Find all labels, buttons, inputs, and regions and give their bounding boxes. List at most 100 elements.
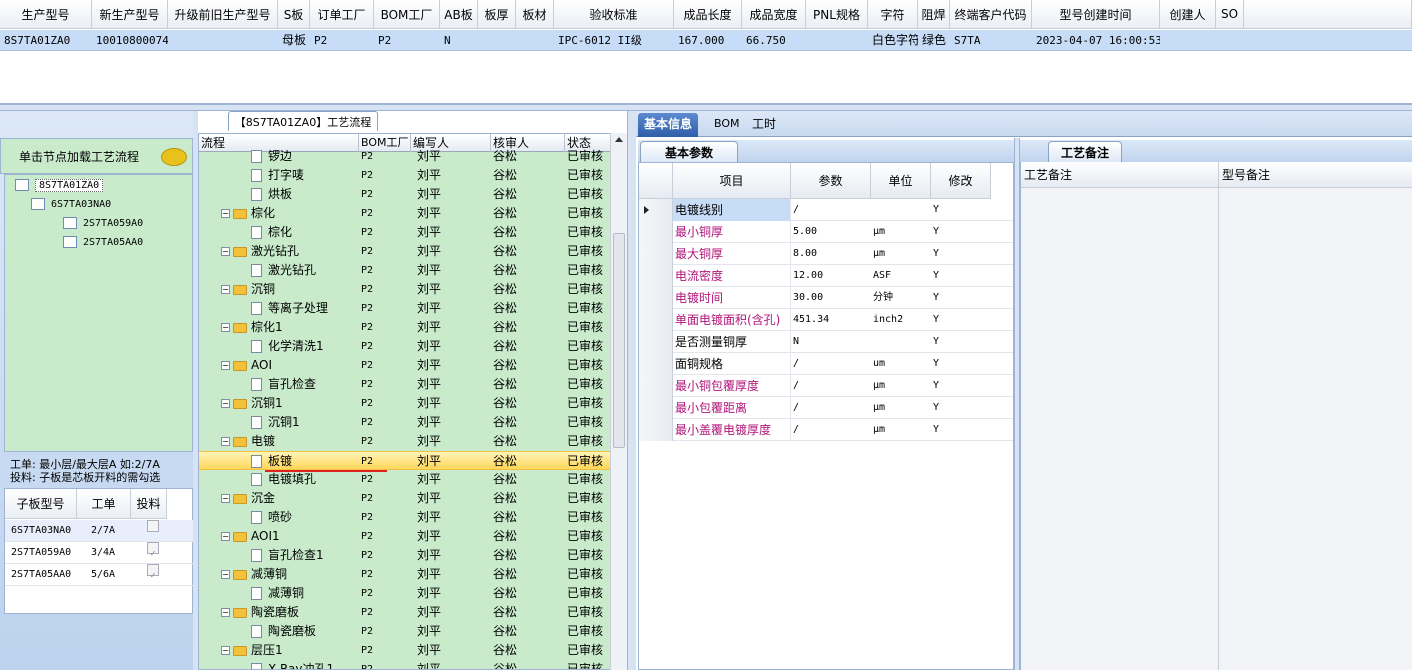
param-value-cell[interactable]: 12.00 — [793, 265, 823, 287]
col-header[interactable]: 板材 — [516, 0, 554, 29]
feed-checkbox[interactable] — [147, 520, 159, 532]
process-row[interactable]: X-Ray冲孔1 P2 刘平 谷松 已审核 — [199, 660, 611, 669]
collapse-icon[interactable]: − — [221, 437, 230, 446]
sub-board-row[interactable]: 2S7TA059A0 3/4A ✓ — [5, 542, 194, 564]
param-value-cell[interactable]: N — [793, 331, 799, 353]
grid-cell[interactable] — [810, 30, 868, 51]
col-header[interactable]: 阻焊 — [918, 0, 950, 29]
grid-cell[interactable]: S7TA — [954, 30, 1032, 51]
col-order[interactable]: 工单 — [77, 489, 131, 519]
col-header[interactable]: 成品长度 — [674, 0, 742, 29]
process-row[interactable]: 电镀填孔 P2 刘平 谷松 已审核 — [199, 470, 611, 489]
grid-cell[interactable]: 8S7TA01ZA0 — [4, 30, 92, 51]
grid-cell[interactable]: N — [444, 30, 478, 51]
process-row[interactable]: − 沉铜1 P2 刘平 谷松 已审核 — [199, 394, 611, 413]
col-item[interactable]: 项目 — [673, 163, 791, 199]
param-value-cell[interactable]: 451.34 — [793, 309, 829, 331]
col-process-note[interactable]: 工艺备注 — [1021, 162, 1219, 188]
process-row[interactable]: − AOI P2 刘平 谷松 已审核 — [199, 356, 611, 375]
grid-cell[interactable]: 母板 — [282, 30, 310, 51]
grid-cell[interactable]: 2023-04-07 16:00:53 — [1036, 30, 1160, 51]
col-header[interactable]: 新生产型号 — [92, 0, 168, 29]
col-header[interactable]: 订单工厂 — [310, 0, 374, 29]
col-header[interactable]: BOM工厂 — [374, 0, 440, 29]
col-header[interactable]: 升级前旧生产型号 — [168, 0, 278, 29]
process-note-textarea[interactable] — [1021, 188, 1219, 670]
vertical-splitter-left[interactable] — [193, 111, 198, 670]
tab-basic-info[interactable]: 基本信息 — [638, 113, 699, 137]
grid-cell[interactable] — [1164, 30, 1216, 51]
grid-cell[interactable] — [520, 30, 554, 51]
tab-bom[interactable]: BOM — [708, 113, 746, 137]
process-row[interactable]: − 激光钻孔 P2 刘平 谷松 已审核 — [199, 242, 611, 261]
param-value-cell[interactable]: / — [793, 397, 799, 419]
col-header[interactable]: PNL规格 — [806, 0, 868, 29]
process-row[interactable]: 棕化 P2 刘平 谷松 已审核 — [199, 223, 611, 242]
process-row[interactable]: − 减薄铜 P2 刘平 谷松 已审核 — [199, 565, 611, 584]
col-header[interactable]: 终端客户代码 — [950, 0, 1032, 29]
param-row[interactable]: 电镀时间 30.00 分钟 Y — [639, 287, 1013, 309]
collapse-icon[interactable]: − — [221, 323, 230, 332]
scroll-thumb[interactable] — [613, 233, 625, 448]
col-header[interactable]: 验收标准 — [554, 0, 674, 29]
param-value-cell[interactable]: / — [793, 353, 799, 375]
col-header[interactable]: 型号创建时间 — [1032, 0, 1160, 29]
param-row[interactable]: 电流密度 12.00 ASF Y — [639, 265, 1013, 287]
process-row[interactable]: 激光钻孔 P2 刘平 谷松 已审核 — [199, 261, 611, 280]
col-header[interactable]: 板厚 — [478, 0, 516, 29]
process-row[interactable]: − 电镀 P2 刘平 谷松 已审核 — [199, 432, 611, 451]
collapse-icon[interactable]: − — [221, 494, 230, 503]
process-row[interactable]: 锣边 P2 刘平 谷松 已审核 — [199, 147, 611, 166]
sub-board-row[interactable]: 2S7TA05AA0 5/6A ✓ — [5, 564, 194, 586]
scroll-up-arrow-icon[interactable] — [615, 137, 623, 142]
vertical-splitter[interactable] — [627, 111, 636, 670]
feed-checkbox[interactable]: ✓ — [147, 564, 159, 581]
grid-cell[interactable]: 66.750 — [746, 30, 806, 51]
tree-node-child[interactable]: 6S7TA03NA0 — [31, 196, 111, 214]
tree-node-leaf[interactable]: 2S7TA05AA0 — [63, 234, 143, 252]
process-row[interactable]: 陶瓷磨板 P2 刘平 谷松 已审核 — [199, 622, 611, 641]
col-feed[interactable]: 投料 — [131, 489, 167, 519]
collapse-icon[interactable]: − — [221, 285, 230, 294]
grid-cell[interactable] — [172, 30, 278, 51]
grid-cell[interactable] — [482, 30, 516, 51]
horizontal-splitter[interactable] — [0, 104, 1412, 111]
param-value-cell[interactable]: 30.00 — [793, 287, 823, 309]
col-header[interactable]: 成品宽度 — [742, 0, 806, 29]
grid-cell[interactable]: P2 — [314, 30, 374, 51]
col-sub-model[interactable]: 子板型号 — [5, 489, 77, 519]
param-row[interactable]: 最大铜厚 8.00 μm Y — [639, 243, 1013, 265]
param-value-cell[interactable]: 5.00 — [793, 221, 817, 243]
collapse-icon[interactable]: − — [221, 608, 230, 617]
process-row[interactable]: 化学清洗1 P2 刘平 谷松 已审核 — [199, 337, 611, 356]
process-row[interactable]: 等离子处理 P2 刘平 谷松 已审核 — [199, 299, 611, 318]
process-row[interactable]: 盲孔检查 P2 刘平 谷松 已审核 — [199, 375, 611, 394]
param-row[interactable]: 最小盖覆电镀厚度 / μm Y — [639, 419, 1013, 441]
grid-cell[interactable]: P2 — [378, 30, 440, 51]
tree-node-root[interactable]: 8S7TA01ZA0 — [15, 177, 104, 195]
process-row[interactable]: − 陶瓷磨板 P2 刘平 谷松 已审核 — [199, 603, 611, 622]
col-header[interactable]: 生产型号 — [0, 0, 92, 29]
col-unit[interactable]: 单位 — [871, 163, 931, 199]
process-row[interactable]: 板镀 P2 刘平 谷松 已审核 — [199, 451, 611, 472]
process-row[interactable]: − 沉金 P2 刘平 谷松 已审核 — [199, 489, 611, 508]
col-modify[interactable]: 修改 — [931, 163, 991, 199]
process-row[interactable]: 打字唛 P2 刘平 谷松 已审核 — [199, 166, 611, 185]
tab-process-notes[interactable]: 工艺备注 — [1048, 141, 1122, 162]
col-header[interactable]: AB板 — [440, 0, 478, 29]
grid-cell[interactable]: 白色字符 — [872, 30, 918, 51]
grid-cell[interactable]: 10010800074393 — [96, 30, 168, 51]
process-row[interactable]: 烘板 P2 刘平 谷松 已审核 — [199, 185, 611, 204]
product-grid-row[interactable]: 8S7TA01ZA010010800074393母板P2P2NIPC-6012 … — [0, 30, 1412, 51]
grid-cell[interactable]: 绿色 — [922, 30, 950, 51]
process-row[interactable]: 喷砂 P2 刘平 谷松 已审核 — [199, 508, 611, 527]
param-value-cell[interactable]: / — [793, 375, 799, 397]
process-row[interactable]: − 层压1 P2 刘平 谷松 已审核 — [199, 641, 611, 660]
param-row[interactable]: 是否测量铜厚 N Y — [639, 331, 1013, 353]
tree-node-leaf[interactable]: 2S7TA059A0 — [63, 215, 143, 233]
col-header[interactable]: 创建人 — [1160, 0, 1216, 29]
collapse-icon[interactable]: − — [221, 361, 230, 370]
collapse-icon[interactable]: − — [221, 646, 230, 655]
col-header[interactable]: SO — [1216, 0, 1244, 29]
process-scrollbar[interactable] — [610, 133, 627, 670]
